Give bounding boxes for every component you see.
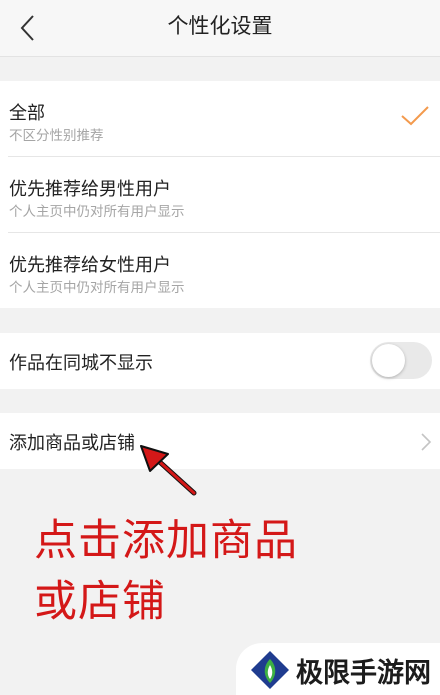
option-female[interactable]: 优先推荐给女性用户 个人主页中仍对所有用户显示 [0,233,440,308]
option-all[interactable]: 全部 不区分性别推荐 [0,81,440,157]
city-hide-label: 作品在同城不显示 [9,353,153,374]
city-visibility-group: 作品在同城不显示 [0,333,440,389]
annotation-text-line1: 点击添加商品 [34,516,298,566]
top-navbar: 个性化设置 [0,0,440,57]
site-logo-icon [251,651,289,689]
option-male-title: 优先推荐给男性用户 [9,179,171,200]
option-all-title: 全部 [9,103,45,124]
toggle-knob [372,344,405,377]
add-shop-label: 添加商品或店铺 [9,433,135,454]
option-male-subtitle: 个人主页中仍对所有用户显示 [9,204,185,220]
page-title: 个性化设置 [167,14,273,38]
annotation-arrow-icon [140,445,197,496]
annotation-text-line2: 或店铺 [34,577,166,627]
add-shop-row[interactable]: 添加商品或店铺 [0,413,440,469]
recommend-options-group: 全部 不区分性别推荐 优先推荐给男性用户 个人主页中仍对所有用户显示 优先推荐给… [0,81,440,308]
city-hide-toggle[interactable] [370,342,432,379]
option-female-subtitle: 个人主页中仍对所有用户显示 [9,280,185,296]
watermark-text: 极限手游网 [296,658,431,689]
checkmark-icon [401,106,429,126]
chevron-right-icon [421,433,432,451]
option-all-subtitle: 不区分性别推荐 [9,128,104,144]
option-female-title: 优先推荐给女性用户 [9,255,171,276]
option-male[interactable]: 优先推荐给男性用户 个人主页中仍对所有用户显示 [0,157,440,233]
site-watermark: 极限手游网 [236,643,440,695]
